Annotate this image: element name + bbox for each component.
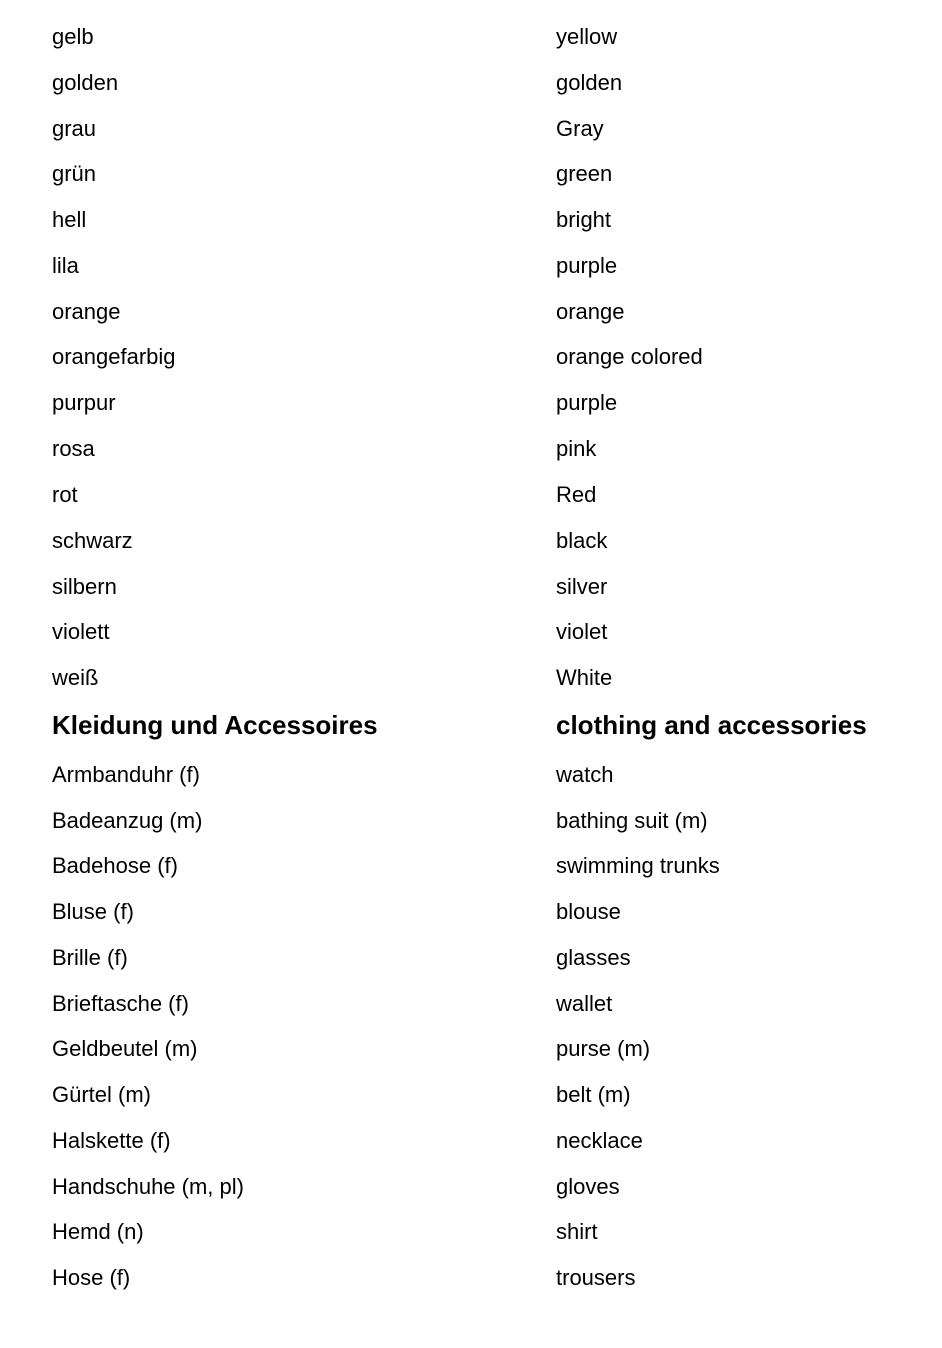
german-term: purpur xyxy=(52,390,116,415)
german-term: Badeanzug (m) xyxy=(52,808,203,833)
vocab-row: rot Red xyxy=(0,480,942,510)
german-term: Geldbeutel (m) xyxy=(52,1036,198,1061)
german-term: silbern xyxy=(52,574,117,599)
english-term: shirt xyxy=(556,1219,598,1244)
english-term: belt (m) xyxy=(556,1082,631,1107)
german-term: orange xyxy=(52,299,121,324)
german-term: grau xyxy=(52,116,97,141)
english-term: necklace xyxy=(556,1128,643,1153)
vocab-row: hell bright xyxy=(0,205,942,235)
vocab-row: orange orange xyxy=(0,297,942,327)
english-term: orange xyxy=(556,299,625,324)
vocabulary-page: gelb yellow golden golden grau Gray grün… xyxy=(0,0,942,1348)
english-term: White xyxy=(556,665,613,690)
english-term: watch xyxy=(556,762,614,787)
vocab-row: lila purple xyxy=(0,251,942,281)
vocab-row: Bluse (f) blouse xyxy=(0,897,942,927)
vocab-row: Hemd (n) shirt xyxy=(0,1217,942,1247)
section-heading-english: clothing and accessories xyxy=(556,710,867,740)
english-term: green xyxy=(556,161,613,186)
german-term: violett xyxy=(52,619,110,644)
vocab-row: grün green xyxy=(0,159,942,189)
german-term: orangefarbig xyxy=(52,344,176,369)
english-term: swimming trunks xyxy=(556,853,720,878)
english-term: purse (m) xyxy=(556,1036,651,1061)
section-heading-row: Kleidung und Accessoires clothing and ac… xyxy=(0,708,942,740)
vocab-row: Badeanzug (m) bathing suit (m) xyxy=(0,806,942,836)
section-heading-german: Kleidung und Accessoires xyxy=(52,710,378,740)
english-term: black xyxy=(556,528,608,553)
german-term: Bluse (f) xyxy=(52,899,134,924)
vocab-row: grau Gray xyxy=(0,114,942,144)
english-term: purple xyxy=(556,253,618,278)
english-term: purple xyxy=(556,390,618,415)
german-term: Halskette (f) xyxy=(52,1128,171,1153)
english-term: bright xyxy=(556,207,612,232)
german-term: rot xyxy=(52,482,78,507)
english-term: blouse xyxy=(556,899,621,924)
vocab-row: purpur purple xyxy=(0,388,942,418)
english-term: glasses xyxy=(556,945,631,970)
vocab-row: Armbanduhr (f) watch xyxy=(0,760,942,790)
german-term: rosa xyxy=(52,436,95,461)
german-term: Armbanduhr (f) xyxy=(52,762,200,787)
vocab-row: Halskette (f) necklace xyxy=(0,1126,942,1156)
german-term: Badehose (f) xyxy=(52,853,178,878)
english-term: yellow xyxy=(556,24,618,49)
english-term: trousers xyxy=(556,1265,636,1290)
vocab-row: gelb yellow xyxy=(0,22,942,52)
vocab-row: Badehose (f) swimming trunks xyxy=(0,851,942,881)
german-term: Handschuhe (m, pl) xyxy=(52,1174,244,1199)
vocab-row: Gürtel (m) belt (m) xyxy=(0,1080,942,1110)
english-term: wallet xyxy=(556,991,613,1016)
german-term: Brille (f) xyxy=(52,945,128,970)
german-term: hell xyxy=(52,207,87,232)
vocab-row: golden golden xyxy=(0,68,942,98)
vocab-row: orangefarbig orange colored xyxy=(0,342,942,372)
english-term: golden xyxy=(556,70,623,95)
vocab-row: Hose (f) trousers xyxy=(0,1263,942,1293)
german-term: lila xyxy=(52,253,79,278)
english-term: bathing suit (m) xyxy=(556,808,708,833)
english-term: orange colored xyxy=(556,344,703,369)
english-term: gloves xyxy=(556,1174,620,1199)
vocab-row: silbern silver xyxy=(0,572,942,602)
english-term: violet xyxy=(556,619,608,644)
german-term: gelb xyxy=(52,24,94,49)
vocab-row: Handschuhe (m, pl) gloves xyxy=(0,1172,942,1202)
german-term: Hemd (n) xyxy=(52,1219,144,1244)
vocab-row: Geldbeutel (m) purse (m) xyxy=(0,1034,942,1064)
english-term: silver xyxy=(556,574,608,599)
german-term: Brieftasche (f) xyxy=(52,991,189,1016)
german-term: weiß xyxy=(52,665,99,690)
english-term: pink xyxy=(556,436,597,461)
vocab-row: Brille (f) glasses xyxy=(0,943,942,973)
vocab-row: violett violet xyxy=(0,617,942,647)
german-term: grün xyxy=(52,161,97,186)
english-term: Red xyxy=(556,482,597,507)
german-term: golden xyxy=(52,70,119,95)
vocab-row: weiß White xyxy=(0,663,942,693)
english-term: Gray xyxy=(556,116,604,141)
german-term: Hose (f) xyxy=(52,1265,131,1290)
german-term: schwarz xyxy=(52,528,133,553)
german-term: Gürtel (m) xyxy=(52,1082,151,1107)
vocab-row: rosa pink xyxy=(0,434,942,464)
vocab-row: Brieftasche (f) wallet xyxy=(0,989,942,1019)
vocab-row: schwarz black xyxy=(0,526,942,556)
